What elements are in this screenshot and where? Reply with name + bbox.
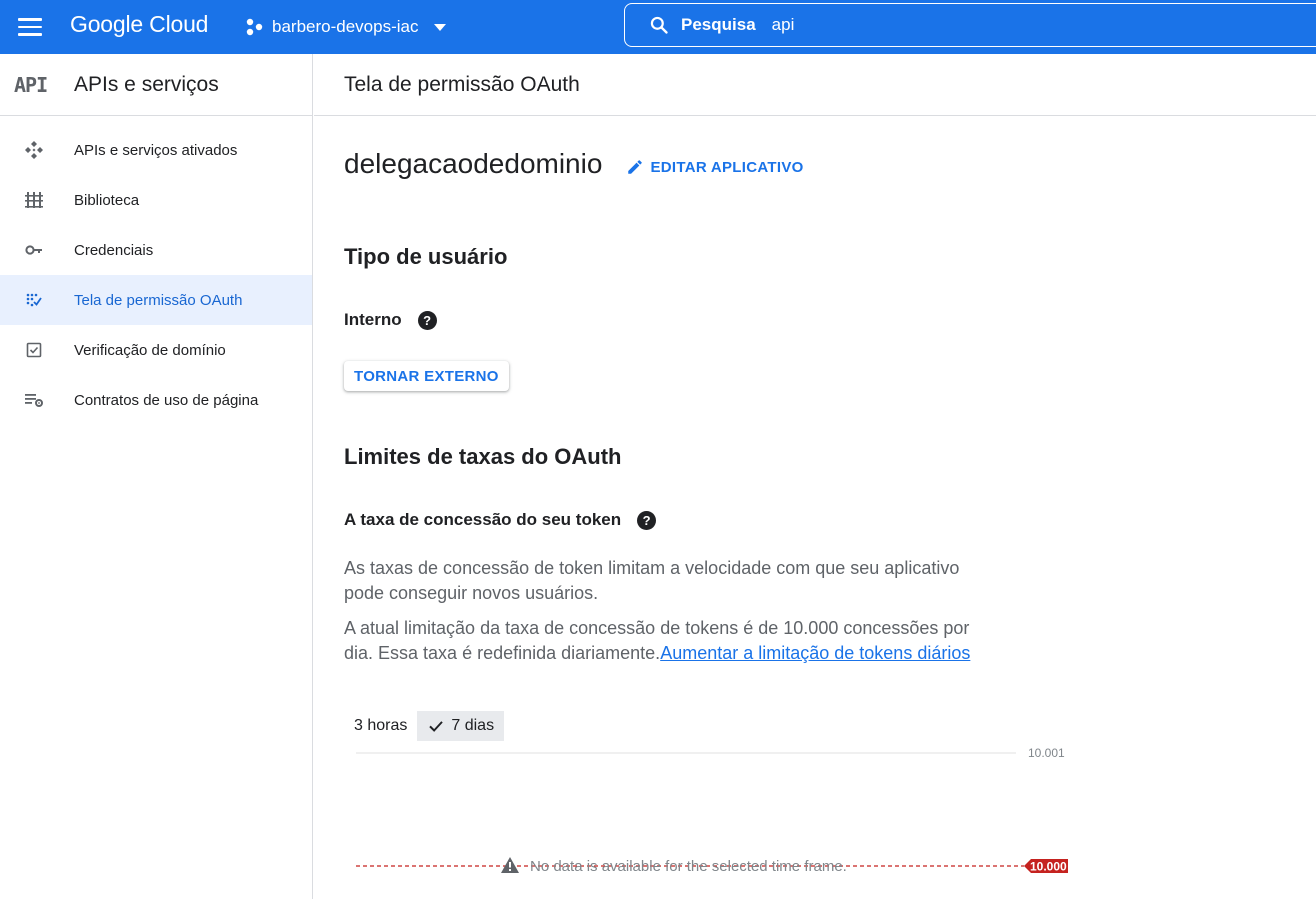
- app-header: delegacaodedominio EDITAR APLICATIVO: [344, 148, 804, 180]
- edit-app-label: EDITAR APLICATIVO: [650, 158, 804, 176]
- make-external-button[interactable]: TORNAR EXTERNO: [344, 361, 509, 391]
- oauth-consent-icon: [26, 293, 42, 307]
- sidebar-item-library[interactable]: Biblioteca: [0, 175, 312, 225]
- token-rate-description: As taxas de concessão de token limitam a…: [344, 558, 960, 603]
- range-7d-option[interactable]: 7 dias: [417, 711, 505, 741]
- sidebar-item-label: Contratos de uso de página: [74, 391, 259, 409]
- sidebar-item-credentials[interactable]: Credenciais: [0, 225, 312, 275]
- sidebar-item-label: APIs e serviços ativados: [74, 141, 238, 159]
- token-rate-heading: A taxa de concessão do seu token: [344, 510, 622, 529]
- token-rate-row: A taxa de concessão do seu token ?: [344, 510, 657, 530]
- search-input[interactable]: api: [772, 15, 795, 35]
- sidebar-nav: APIs e serviços ativados Biblioteca Cred…: [0, 116, 312, 425]
- help-icon[interactable]: ?: [417, 310, 437, 330]
- help-icon[interactable]: ?: [637, 510, 657, 530]
- project-name: barbero-devops-iac: [272, 17, 419, 36]
- edit-app-button[interactable]: EDITAR APLICATIVO: [626, 152, 803, 176]
- sidebar-item-enabled-apis[interactable]: APIs e serviços ativados: [0, 125, 312, 175]
- token-grant-chart: 10.001 No data is available for the sele…: [344, 744, 1084, 884]
- range-7d-label: 7 dias: [451, 717, 495, 734]
- main-menu-icon[interactable]: [18, 14, 48, 40]
- library-icon: [25, 192, 43, 208]
- project-hub-icon: [246, 18, 263, 36]
- apis-icon: [25, 141, 43, 159]
- google-cloud-logo[interactable]: Google Cloud: [70, 11, 208, 38]
- empty-data-message: No data is available for the selected ti…: [530, 858, 847, 875]
- sidebar-item-label: Tela de permissão OAuth: [74, 291, 243, 309]
- chevron-down-icon: [434, 23, 447, 31]
- pencil-icon: [628, 160, 643, 174]
- check-icon: [429, 721, 444, 732]
- sidebar: API APIs e serviços APIs e serviços ativ…: [0, 54, 313, 899]
- sidebar-item-label: Credenciais: [74, 241, 154, 259]
- app-name: delegacaodedominio: [344, 148, 603, 179]
- user-type-row: Interno ?: [344, 310, 437, 330]
- user-type-heading: Tipo de usuário: [344, 244, 508, 269]
- search-label: Pesquisa: [681, 15, 756, 34]
- threshold-label: 10.000: [1030, 860, 1067, 874]
- chart-svg: 10.001 No data is available for the sele…: [356, 746, 1068, 875]
- search-icon: [650, 16, 668, 34]
- time-range-toggle: 3 horas 7 dias: [344, 711, 505, 741]
- sidebar-header: API APIs e serviços: [0, 54, 312, 116]
- search-bar[interactable]: Pesquisa api: [624, 3, 1316, 47]
- page-title: Tela de permissão OAuth: [314, 54, 1316, 116]
- sidebar-item-domain-verification[interactable]: Verificação de domínio: [0, 325, 312, 375]
- key-icon: [25, 245, 42, 255]
- sidebar-item-label: Verificação de domínio: [74, 341, 226, 359]
- settings-list-icon: [25, 394, 43, 407]
- project-picker[interactable]: barbero-devops-iac: [244, 12, 447, 42]
- token-rate-limit-text: A atual limitação da taxa de concessão d…: [344, 616, 984, 666]
- warning-icon: [501, 857, 519, 873]
- api-logo-icon: API: [14, 72, 48, 97]
- sidebar-item-oauth-consent[interactable]: Tela de permissão OAuth: [0, 275, 312, 325]
- sidebar-item-page-usage-agreements[interactable]: Contratos de uso de página: [0, 375, 312, 425]
- main-content: Tela de permissão OAuth delegacaodedomin…: [314, 54, 1316, 899]
- sidebar-title: APIs e serviços: [74, 72, 219, 96]
- top-app-bar: Google Cloud barbero-devops-iac Pesquisa…: [0, 0, 1316, 54]
- chart-y-top-label: 10.001: [1028, 746, 1065, 760]
- user-type-value: Interno: [344, 310, 402, 329]
- rate-limits-heading: Limites de taxas do OAuth: [344, 444, 622, 469]
- range-3h-option[interactable]: 3 horas: [344, 711, 417, 741]
- checkbox-icon: [26, 342, 42, 358]
- increase-limit-link[interactable]: Aumentar a limitação de tokens diários: [660, 643, 970, 663]
- sidebar-item-label: Biblioteca: [74, 191, 140, 209]
